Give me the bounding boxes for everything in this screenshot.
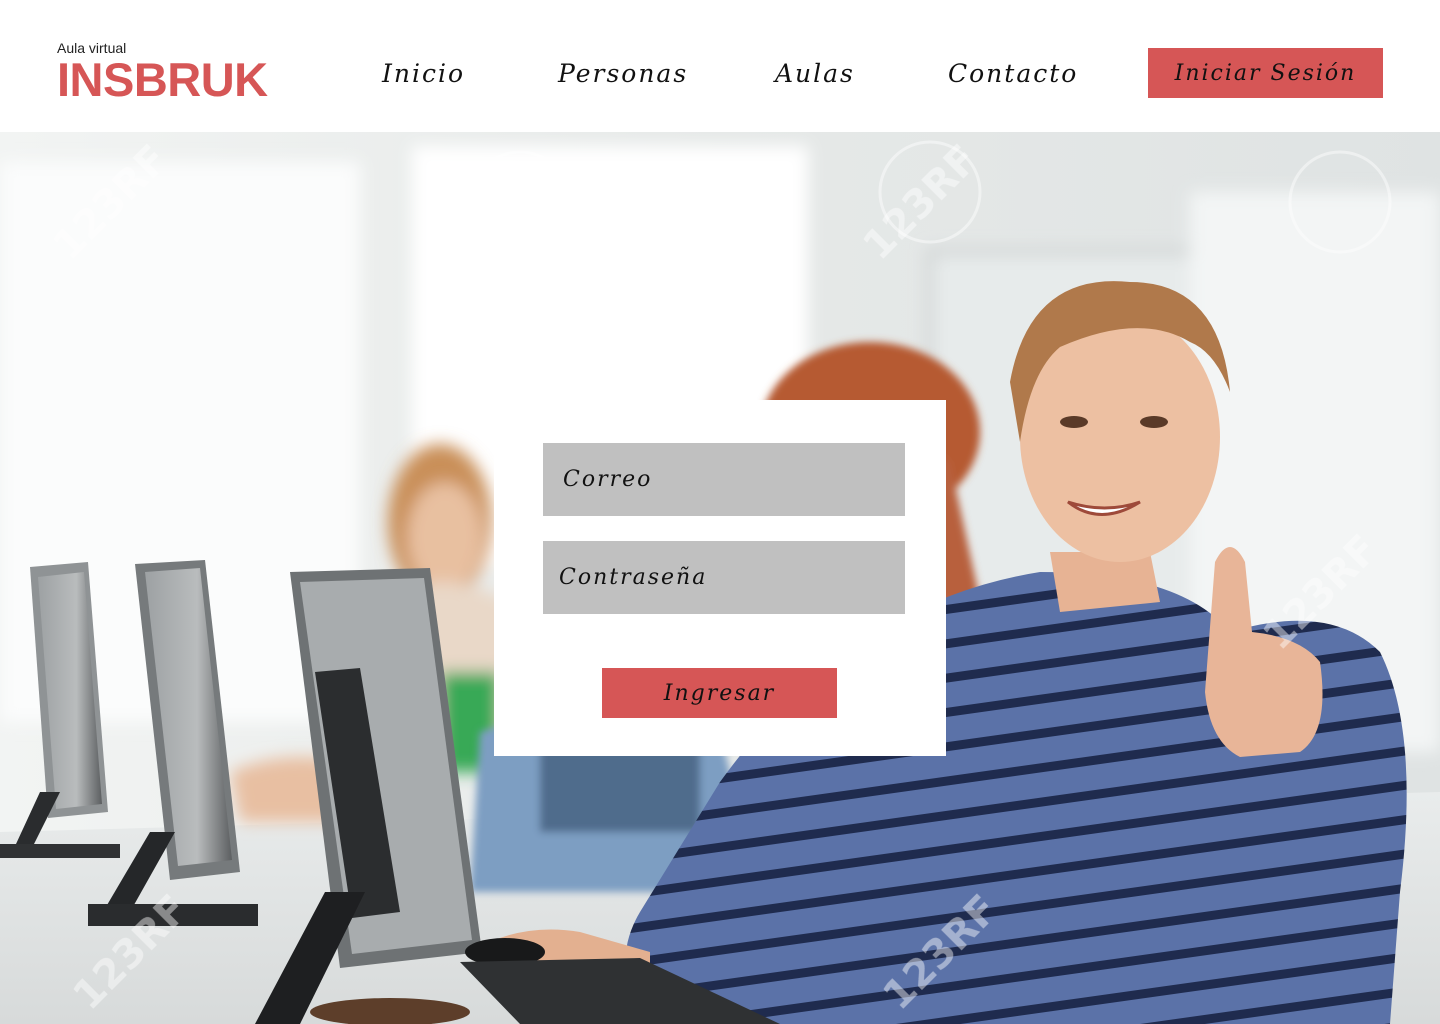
submit-button[interactable]: Ingresar (602, 668, 837, 718)
nav-link-personas[interactable]: Personas (558, 56, 688, 92)
login-button[interactable]: Iniciar Sesión (1148, 48, 1383, 98)
brand-name: INSBRUK (57, 53, 268, 106)
brand-logo[interactable]: Aula virtual INSBRUK (57, 40, 268, 103)
login-card: Ingresar (494, 400, 946, 756)
nav-link-contacto[interactable]: Contacto (948, 56, 1078, 92)
nav-link-inicio[interactable]: Inicio (382, 56, 465, 92)
nav-link-aulas[interactable]: Aulas (775, 56, 855, 92)
site-header: Aula virtual INSBRUK Inicio Personas Aul… (0, 0, 1440, 132)
email-field[interactable] (543, 443, 905, 516)
password-field[interactable] (543, 541, 905, 614)
